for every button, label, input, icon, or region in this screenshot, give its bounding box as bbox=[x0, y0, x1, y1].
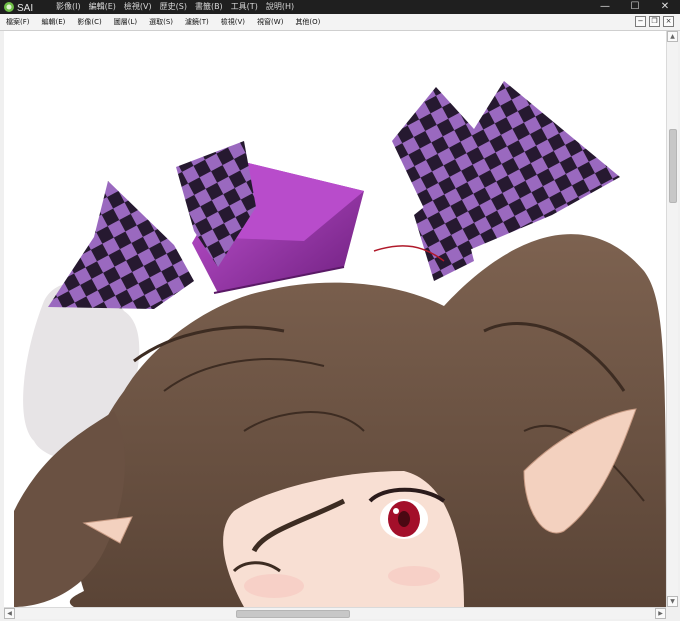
title-bar: SAI 影像(I) 編輯(E) 檢視(V) 歷史(S) 書籤(B) 工具(T) … bbox=[0, 0, 680, 14]
app-logo-text: SAI bbox=[17, 3, 33, 14]
title-menu-tools[interactable]: 工具(T) bbox=[231, 0, 258, 14]
menu-edit[interactable]: 編輯(E) bbox=[42, 14, 66, 30]
menu-select[interactable]: 選取(S) bbox=[149, 14, 173, 30]
title-menu-help[interactable]: 說明(H) bbox=[266, 0, 294, 14]
title-menu-bookmark[interactable]: 書籤(B) bbox=[195, 0, 223, 14]
scroll-down-icon[interactable]: ▼ bbox=[667, 596, 678, 607]
window-controls: — ☐ ✕ bbox=[590, 0, 680, 14]
doc-restore-icon[interactable]: ❐ bbox=[649, 16, 660, 27]
menu-layer[interactable]: 圖層(L) bbox=[114, 14, 137, 30]
menu-window[interactable]: 視窗(W) bbox=[257, 14, 283, 30]
menu-image[interactable]: 影像(C) bbox=[77, 14, 101, 30]
vertical-scrollbar[interactable]: ▲ ▼ bbox=[666, 31, 678, 607]
app-logo: SAI bbox=[4, 2, 33, 14]
minimize-icon[interactable]: — bbox=[590, 0, 620, 14]
doc-minimize-icon[interactable]: − bbox=[635, 16, 646, 27]
horizontal-scroll-thumb[interactable] bbox=[236, 610, 350, 618]
close-icon[interactable]: ✕ bbox=[650, 0, 680, 14]
scroll-right-icon[interactable]: ▶ bbox=[655, 608, 666, 619]
vertical-scroll-thumb[interactable] bbox=[669, 129, 677, 203]
title-menu-view[interactable]: 檢視(V) bbox=[124, 0, 152, 14]
document-controls: − ❐ × bbox=[635, 16, 674, 27]
menu-view[interactable]: 檢視(V) bbox=[221, 14, 245, 30]
title-menu: 影像(I) 編輯(E) 檢視(V) 歷史(S) 書籤(B) 工具(T) 說明(H… bbox=[56, 0, 294, 14]
menu-filter[interactable]: 濾鏡(T) bbox=[185, 14, 209, 30]
doc-close-icon[interactable]: × bbox=[663, 16, 674, 27]
drawing-canvas[interactable] bbox=[4, 31, 666, 607]
menu-items: 檔案(F) 編輯(E) 影像(C) 圖層(L) 選取(S) 濾鏡(T) 檢視(V… bbox=[6, 14, 320, 30]
menu-file[interactable]: 檔案(F) bbox=[6, 14, 30, 30]
app-window: SAI 影像(I) 編輯(E) 檢視(V) 歷史(S) 書籤(B) 工具(T) … bbox=[0, 0, 680, 621]
title-menu-history[interactable]: 歷史(S) bbox=[160, 0, 187, 14]
maximize-icon[interactable]: ☐ bbox=[620, 0, 650, 14]
title-menu-image[interactable]: 影像(I) bbox=[56, 0, 81, 14]
menu-bar: 檔案(F) 編輯(E) 影像(C) 圖層(L) 選取(S) 濾鏡(T) 檢視(V… bbox=[0, 14, 680, 31]
artwork bbox=[14, 81, 666, 607]
horizontal-scrollbar[interactable]: ◀ ▶ bbox=[4, 607, 666, 619]
scroll-up-icon[interactable]: ▲ bbox=[667, 31, 678, 42]
scroll-left-icon[interactable]: ◀ bbox=[4, 608, 15, 619]
menu-other[interactable]: 其他(O) bbox=[295, 14, 320, 30]
title-menu-edit[interactable]: 編輯(E) bbox=[89, 0, 116, 14]
